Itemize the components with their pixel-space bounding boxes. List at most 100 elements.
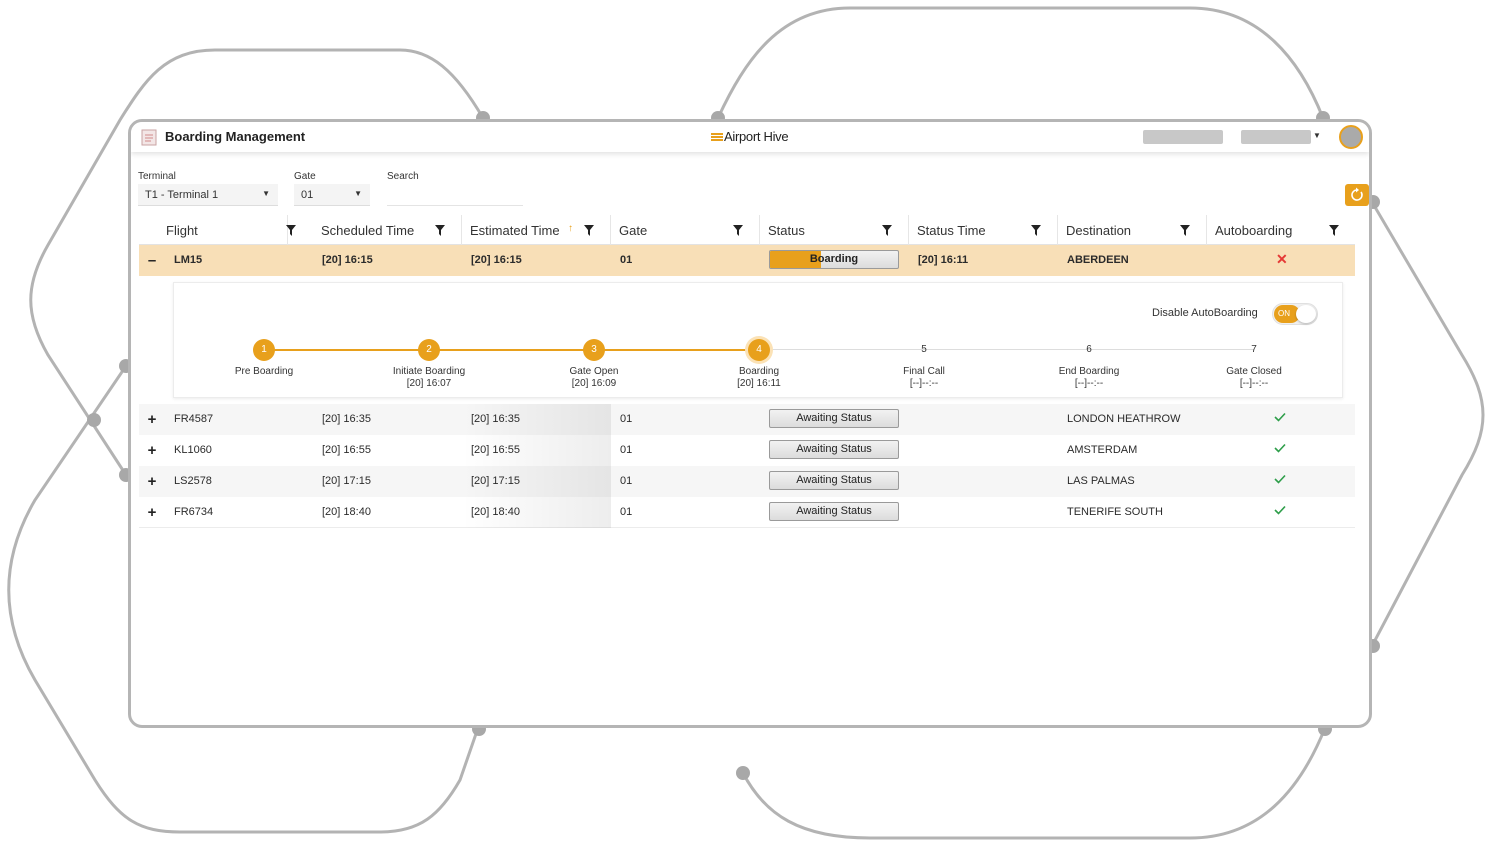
table-row-active[interactable]: – LM15 [20] 16:15 [20] 16:15 01 Boarding… <box>139 245 1355 276</box>
col-destination-label: Destination <box>1066 223 1132 238</box>
check-icon <box>1274 505 1286 515</box>
step-number: 5 <box>921 344 927 355</box>
col-status[interactable]: Status <box>760 215 909 245</box>
step-label: End Boarding <box>1058 366 1120 377</box>
step-initiate-boarding: 2 Initiate Boarding [20] 16:07 <box>369 339 489 390</box>
status-badge: Awaiting Status <box>769 409 899 428</box>
chevron-down-icon[interactable]: ▼ <box>1313 131 1321 140</box>
cell-estimated: [20] 16:35 <box>471 413 520 425</box>
step-label: Final Call <box>903 366 945 377</box>
filter-icon[interactable] <box>882 225 892 236</box>
terminal-label: Terminal <box>138 171 176 182</box>
col-gate-label: Gate <box>619 223 648 238</box>
status-label: Awaiting Status <box>796 474 872 486</box>
cell-destination: AMSTERDAM <box>1067 444 1138 456</box>
step-label: Gate Open <box>569 366 619 377</box>
cell-estimated: [20] 18:40 <box>471 506 520 518</box>
status-label: Awaiting Status <box>796 505 872 517</box>
status-badge: Awaiting Status <box>769 440 899 459</box>
cell-gate: 01 <box>620 413 633 425</box>
col-status-time[interactable]: Status Time <box>909 215 1058 245</box>
sort-ascending-icon[interactable]: ↑ <box>568 223 573 234</box>
cell-gate: 01 <box>620 506 633 518</box>
col-destination[interactable]: Destination <box>1058 215 1207 245</box>
brand-logo: Airport Hive <box>711 129 789 144</box>
filter-icon[interactable] <box>733 225 743 236</box>
cell-flight: LS2578 <box>174 475 212 487</box>
stepper-line-pending <box>759 349 1254 350</box>
step-dot: 4 <box>748 339 770 361</box>
table-row[interactable]: + FR4587 [20] 16:35 [20] 16:35 01 Awaiti… <box>139 404 1355 435</box>
app-window: Boarding Management Airport Hive ▼ Termi… <box>128 119 1372 728</box>
collapse-toggle[interactable]: – <box>139 245 165 276</box>
status-badge: Awaiting Status <box>769 471 899 490</box>
filter-icon[interactable] <box>435 225 445 236</box>
step-end-boarding: 6 End Boarding [--]--:-- <box>1029 339 1149 390</box>
expand-toggle[interactable]: + <box>139 497 165 528</box>
col-gate[interactable]: Gate <box>611 215 760 245</box>
step-time: [20] 16:09 <box>571 378 617 389</box>
terminal-select[interactable]: T1 - Terminal 1 ▼ <box>138 184 278 206</box>
brand-name: Airport Hive <box>724 129 789 144</box>
avatar[interactable] <box>1339 125 1363 149</box>
filter-icon[interactable] <box>1180 225 1190 236</box>
table-row[interactable]: + FR6734 [20] 18:40 [20] 18:40 01 Awaiti… <box>139 497 1355 528</box>
cell-gate: 01 <box>620 475 633 487</box>
check-icon <box>1274 443 1286 453</box>
redacted-header-dropdown[interactable] <box>1241 130 1311 144</box>
step-label: Pre Boarding <box>234 366 294 377</box>
filter-icon[interactable] <box>1031 225 1041 236</box>
stepper-line-done <box>264 349 759 351</box>
redacted-header-field[interactable] <box>1143 130 1223 144</box>
app-logo-icon <box>141 129 157 146</box>
step-label: Boarding <box>738 366 780 377</box>
status-label: Awaiting Status <box>796 443 872 455</box>
step-dot: 2 <box>418 339 440 361</box>
cell-estimated: [20] 16:15 <box>471 254 522 266</box>
step-dot: 1 <box>253 339 275 361</box>
check-icon <box>1274 474 1286 484</box>
cell-flight: FR6734 <box>174 506 214 518</box>
step-time: [--]--:-- <box>1074 378 1104 389</box>
gate-select[interactable]: 01 ▼ <box>294 184 370 206</box>
search-input[interactable] <box>387 184 523 206</box>
col-scheduled[interactable]: Scheduled Time <box>313 215 462 245</box>
expand-toggle[interactable]: + <box>139 435 165 466</box>
autoboarding-toggle-label: Disable AutoBoarding <box>1152 307 1258 319</box>
filter-icon[interactable] <box>286 225 296 236</box>
cell-destination: TENERIFE SOUTH <box>1067 506 1163 518</box>
boarding-detail-panel: Disable AutoBoarding ON 1 Pre Boarding 2… <box>139 276 1355 404</box>
expand-toggle[interactable]: + <box>139 466 165 497</box>
cell-flight: LM15 <box>174 254 203 266</box>
table-row[interactable]: + LS2578 [20] 17:15 [20] 17:15 01 Awaiti… <box>139 466 1355 497</box>
status-badge: Awaiting Status <box>769 502 899 521</box>
terminal-select-value: T1 - Terminal 1 <box>145 189 219 201</box>
col-flight[interactable]: Flight <box>139 215 296 245</box>
step-final-call: 5 Final Call [--]--:-- <box>864 339 984 390</box>
step-gate-closed: 7 Gate Closed [--]--:-- <box>1194 339 1314 390</box>
table-header: Flight Scheduled Time Estimated Time ↑ G… <box>139 215 1355 245</box>
expand-toggle[interactable]: + <box>139 404 165 435</box>
table-row[interactable]: + KL1060 [20] 16:55 [20] 16:55 01 Awaiti… <box>139 435 1355 466</box>
filter-icon[interactable] <box>1329 225 1339 236</box>
check-icon <box>1274 412 1286 422</box>
toggle-knob <box>1296 305 1316 323</box>
refresh-button[interactable] <box>1345 184 1369 206</box>
cell-gate: 01 <box>620 254 633 266</box>
cell-destination: LONDON HEATHROW <box>1067 413 1181 425</box>
cell-flight: KL1060 <box>174 444 212 456</box>
chevron-down-icon: ▼ <box>262 189 270 198</box>
status-label: Boarding <box>809 253 859 265</box>
cell-scheduled: [20] 17:15 <box>322 475 371 487</box>
step-time: [--]--:-- <box>909 378 939 389</box>
filter-icon[interactable] <box>584 225 594 236</box>
step-number: 6 <box>1086 344 1092 355</box>
autoboarding-toggle[interactable]: ON <box>1272 303 1318 325</box>
step-gate-open: 3 Gate Open [20] 16:09 <box>534 339 654 390</box>
cell-status-time: [20] 16:11 <box>918 254 969 266</box>
col-autoboarding[interactable]: Autoboarding <box>1207 215 1356 245</box>
cell-destination: LAS PALMAS <box>1067 475 1135 487</box>
step-boarding: 4 Boarding [20] 16:11 <box>699 339 819 390</box>
col-estimated[interactable]: Estimated Time ↑ <box>462 215 611 245</box>
flights-table: Flight Scheduled Time Estimated Time ↑ G… <box>139 215 1355 528</box>
